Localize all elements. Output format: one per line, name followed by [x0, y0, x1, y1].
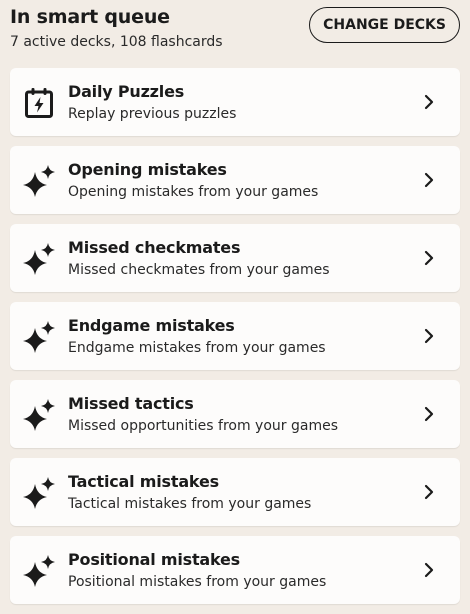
deck-description: Missed opportunities from your games: [68, 418, 338, 434]
sparkle-icon: [22, 398, 56, 432]
deck-item-positional-mistakes[interactable]: Positional mistakes Positional mistakes …: [10, 536, 460, 604]
deck-item-opening-mistakes[interactable]: Opening mistakes Opening mistakes from y…: [10, 146, 460, 214]
deck-title: Tactical mistakes: [68, 472, 219, 491]
page-title: In smart queue: [10, 6, 170, 28]
deck-description: Positional mistakes from your games: [68, 574, 327, 590]
deck-description: Opening mistakes from your games: [68, 184, 319, 200]
deck-title: Daily Puzzles: [68, 82, 185, 101]
deck-title: Missed tactics: [68, 394, 194, 413]
deck-description: Missed checkmates from your games: [68, 262, 330, 278]
chevron-right-icon: [424, 406, 434, 422]
change-decks-button[interactable]: CHANGE DECKS: [309, 7, 460, 43]
calendar-bolt-icon: [22, 86, 56, 120]
sparkle-icon: [22, 164, 56, 198]
sparkle-icon: [22, 242, 56, 276]
queue-summary: 7 active decks, 108 flashcards: [10, 34, 223, 50]
deck-item-endgame-mistakes[interactable]: Endgame mistakes Endgame mistakes from y…: [10, 302, 460, 370]
sparkle-icon: [22, 554, 56, 588]
deck-description: Tactical mistakes from your games: [68, 496, 312, 512]
deck-title: Opening mistakes: [68, 160, 227, 179]
chevron-right-icon: [424, 250, 434, 266]
sparkle-icon: [22, 320, 56, 354]
deck-title: Positional mistakes: [68, 550, 241, 569]
deck-description: Replay previous puzzles: [68, 106, 237, 122]
chevron-right-icon: [424, 94, 434, 110]
deck-title: Missed checkmates: [68, 238, 241, 257]
deck-item-daily-puzzles[interactable]: Daily Puzzles Replay previous puzzles: [10, 68, 460, 136]
chevron-right-icon: [424, 172, 434, 188]
queue-header: In smart queue 7 active decks, 108 flash…: [10, 4, 460, 56]
deck-item-tactical-mistakes[interactable]: Tactical mistakes Tactical mistakes from…: [10, 458, 460, 526]
deck-description: Endgame mistakes from your games: [68, 340, 326, 356]
chevron-right-icon: [424, 328, 434, 344]
deck-title: Endgame mistakes: [68, 316, 235, 335]
sparkle-icon: [22, 476, 56, 510]
deck-item-missed-checkmates[interactable]: Missed checkmates Missed checkmates from…: [10, 224, 460, 292]
chevron-right-icon: [424, 562, 434, 578]
deck-list: Daily Puzzles Replay previous puzzles Op…: [10, 68, 460, 614]
deck-item-missed-tactics[interactable]: Missed tactics Missed opportunities from…: [10, 380, 460, 448]
chevron-right-icon: [424, 484, 434, 500]
